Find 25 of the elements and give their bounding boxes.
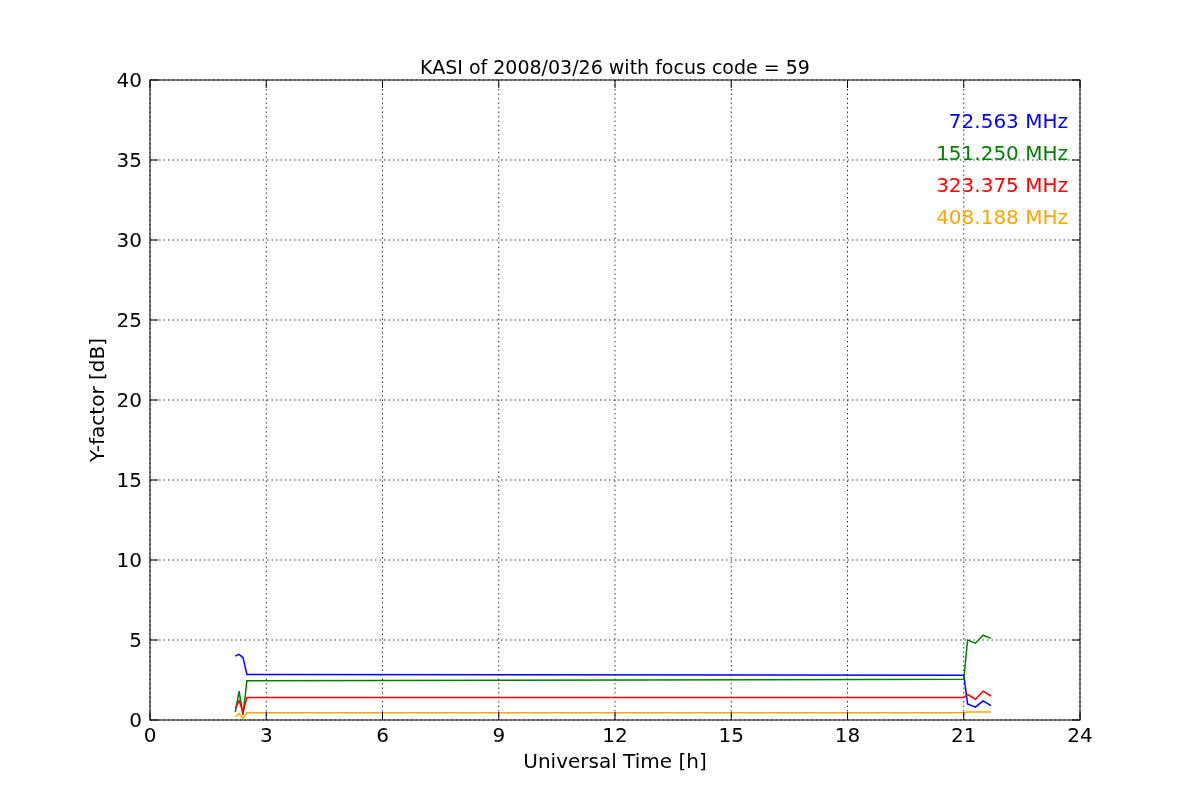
y-tick-label: 25: [116, 308, 142, 332]
y-tick-label: 0: [129, 708, 142, 732]
x-tick-label: 24: [1067, 723, 1093, 747]
x-axis-label: Universal Time [h]: [523, 749, 707, 773]
x-tick-label: 18: [834, 723, 861, 747]
legend-label: 151.250 MHz: [936, 141, 1068, 165]
x-tick-label: 0: [143, 723, 157, 747]
y-tick-label: 35: [116, 148, 142, 172]
x-tick-label: 9: [492, 723, 506, 747]
y-tick-label: 30: [116, 228, 142, 252]
y-tick-label: 40: [116, 68, 142, 92]
y-tick-label: 5: [129, 628, 142, 652]
y-tick-label: 10: [116, 548, 142, 572]
x-tick-label: 3: [259, 723, 273, 747]
legend-label: 72.563 MHz: [948, 109, 1068, 133]
x-tick-label: 15: [718, 723, 744, 747]
y-axis-label: Y-factor [dB]: [85, 338, 109, 462]
x-tick-label: 21: [951, 723, 977, 747]
x-tick-label: 12: [602, 723, 628, 747]
legend-label: 408.188 MHz: [936, 205, 1068, 229]
y-tick-label: 20: [116, 388, 142, 412]
y-tick-label: 15: [116, 468, 142, 492]
x-tick-label: 6: [376, 723, 389, 747]
chart-title: KASI of 2008/03/26 with focus code = 59: [420, 56, 810, 78]
legend-label: 323.375 MHz: [936, 173, 1068, 197]
